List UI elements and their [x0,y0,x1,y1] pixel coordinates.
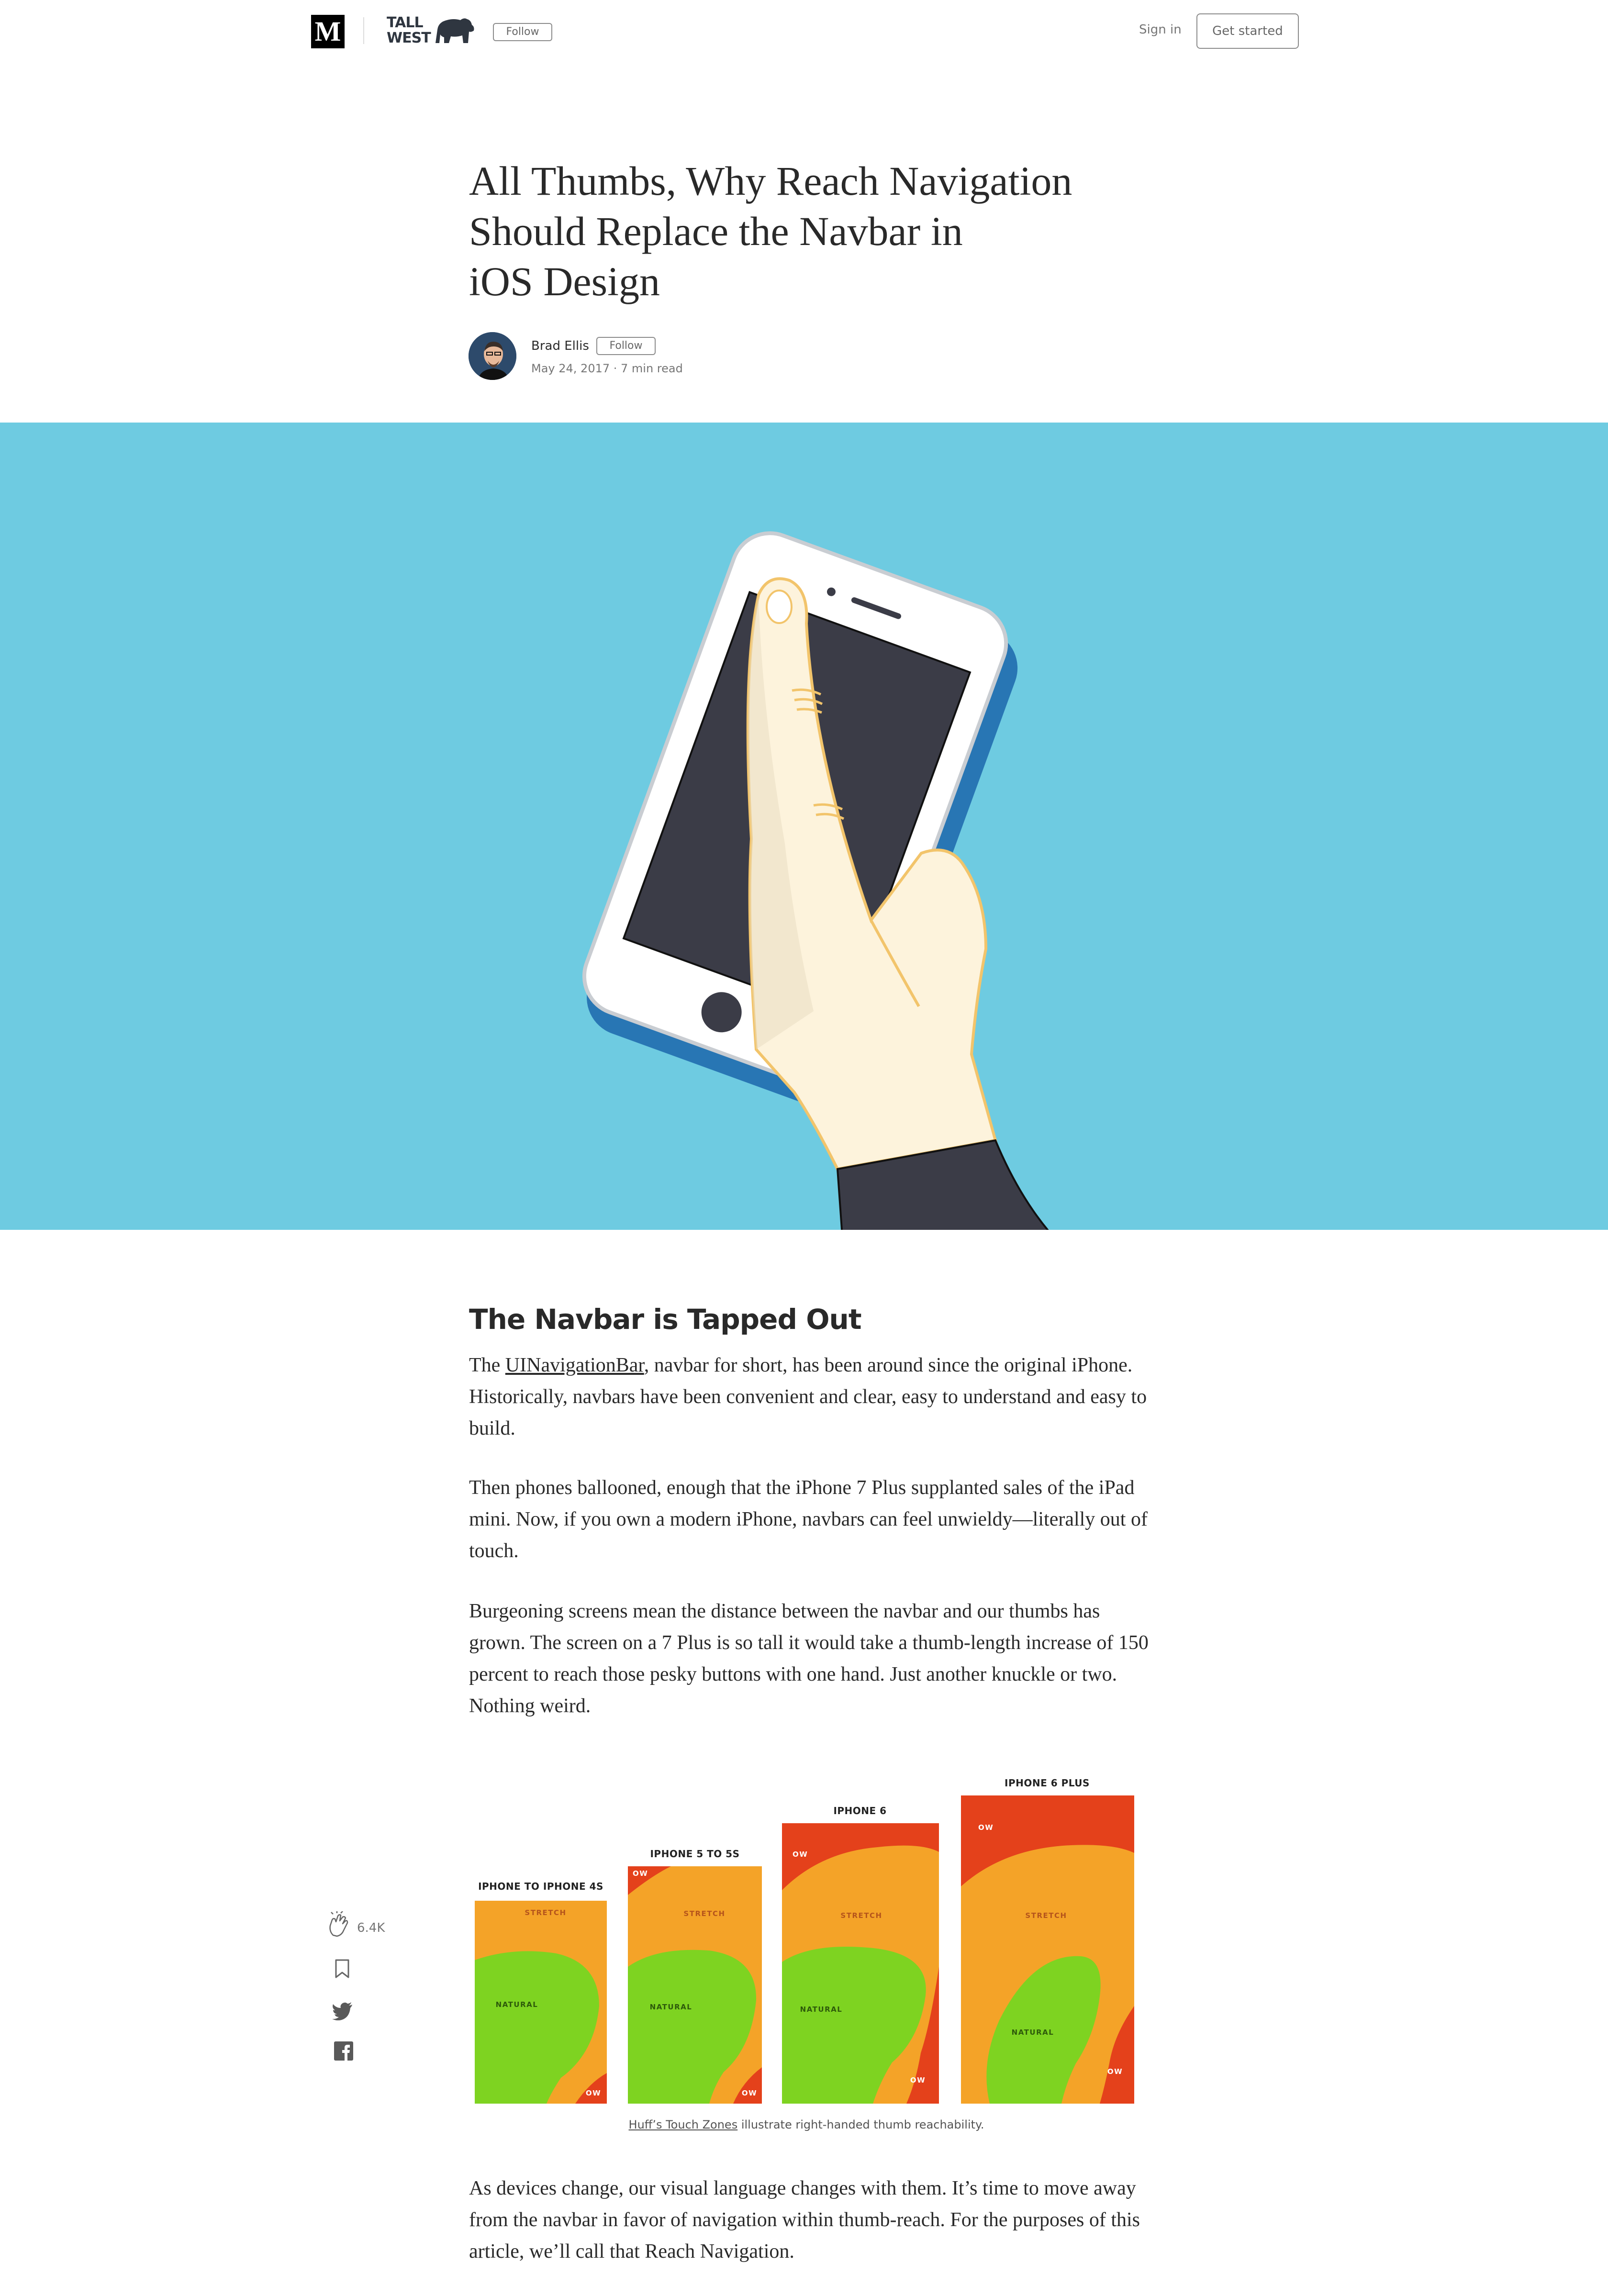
article-title-line3: iOS Design [469,258,660,304]
clap-icon [329,1911,348,1937]
twitter-icon [332,2002,352,2021]
touch-zones-link[interactable]: Huff’s Touch Zones [629,2118,738,2131]
uinavigationbar-link[interactable]: UINavigationBar [505,1354,644,1376]
figure-caption-rest: illustrate right-handed thumb reachabili… [737,2118,984,2131]
bear-icon [436,18,474,43]
zone-chart-iphone-6 [782,1823,939,2104]
section-heading: The Navbar is Tapped Out [469,1303,862,1336]
zone-title-iphone-4s: IPHONE TO IPHONE 4S [478,1881,603,1892]
follow-publication-button[interactable]: Follow [493,23,552,41]
publication-wordmark-line2: WEST [387,30,431,46]
zone-label-natural: NATURAL [649,2003,692,2011]
publication-wordmark: TALL WEST [387,15,431,46]
zone-label-ow: OW [585,2089,602,2097]
facebook-icon [334,2041,353,2061]
touch-zones-figure: IPHONE TO IPHONE 4S STRETCH NATURAL OW I… [469,1761,1144,2115]
sign-in-link[interactable]: Sign in [1139,22,1182,37]
zone-label-stretch: STRETCH [1025,1911,1067,1920]
zone-label-natural: NATURAL [1011,2028,1054,2037]
zone-label-natural: NATURAL [800,2005,843,2014]
paragraph-1-lead: The [469,1354,505,1376]
paragraph-3: Burgeoning screens mean the distance bet… [469,1600,1149,1717]
zone-title-iphone-5s: IPHONE 5 TO 5S [650,1848,740,1860]
article-title-line2: Should Replace the Navbar in [469,208,963,254]
author-portrait [469,332,516,380]
hand-holding-phone-illustration [582,531,1049,1230]
figure-caption: Huff’s Touch Zones illustrate right-hand… [469,2118,1144,2131]
publication-wordmark-line1: TALL [387,14,424,31]
paragraph-1: The UINavigationBar, navbar for short, h… [469,1349,1149,1444]
logo-divider [363,17,364,44]
publish-date-read-time: May 24, 2017 · 7 min read [531,362,683,375]
bookmark-icon [335,1959,349,1978]
medium-logo[interactable]: M [311,15,345,48]
zone-label-ow: OW [633,1869,648,1878]
author-name-link[interactable]: Brad Ellis [531,339,589,353]
zone-label-natural: NATURAL [495,2000,538,2009]
paragraph-2: Then phones ballooned, enough that the i… [469,1477,1148,1562]
article-title-line1: All Thumbs, Why Reach Navigation [469,158,1072,204]
zone-label-stretch: STRETCH [525,1908,567,1917]
article-title: All Thumbs, Why Reach Navigation Should … [469,156,1139,307]
zone-label-stretch: STRETCH [683,1909,726,1918]
zone-label-stretch: STRETCH [840,1911,882,1920]
twitter-share-button[interactable] [332,2002,353,2023]
zone-title-iphone-6-plus: IPHONE 6 PLUS [1005,1777,1090,1789]
zone-label-ow: OW [793,1850,808,1859]
hero-illustration [0,423,1608,1230]
top-navigation-bar: M TALL WEST Follow Sign in Get started [0,0,1608,62]
facebook-share-button[interactable] [334,2041,353,2063]
get-started-button[interactable]: Get started [1196,13,1299,49]
publication-logo[interactable]: TALL WEST [387,14,474,48]
zone-label-ow: OW [910,2076,926,2084]
clap-button[interactable] [325,1911,352,1940]
follow-author-button[interactable]: Follow [596,337,656,355]
zone-label-ow: OW [1107,2067,1123,2076]
clap-count: 6.4K [357,1921,385,1935]
zone-title-iphone-6: IPHONE 6 [833,1805,887,1817]
zone-chart-iphone-6-plus [961,1795,1134,2104]
paragraph-4: As devices change, our visual language c… [469,2177,1140,2263]
bookmark-button[interactable] [334,1958,350,1982]
zone-label-ow: OW [741,2089,758,2097]
zone-chart-iphone-5s [628,1866,762,2104]
author-avatar[interactable] [469,332,516,380]
zone-label-ow: OW [978,1823,994,1832]
